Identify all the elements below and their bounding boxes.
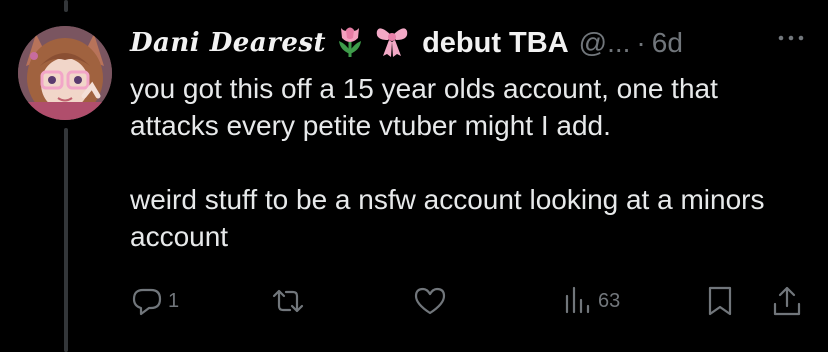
name-suffix: debut TBA <box>422 26 569 59</box>
action-bar: 1 63 <box>130 284 810 324</box>
thread-line-bottom <box>64 128 68 352</box>
retweet-button[interactable] <box>270 284 310 318</box>
bookmark-button[interactable] <box>704 284 736 318</box>
avatar-illustration <box>18 26 112 120</box>
tweet-paragraph: you got this off a 15 year olds account,… <box>130 73 718 141</box>
tweet-paragraph: weird stuff to be a nsfw account looking… <box>130 184 765 252</box>
thread-line-top <box>64 0 68 12</box>
share-button[interactable] <box>770 284 804 318</box>
bookmark-icon <box>708 286 732 316</box>
tweet-body: you got this off a 15 year olds account,… <box>130 70 790 255</box>
reply-button[interactable]: 1 <box>130 284 179 318</box>
display-name[interactable]: Dani Dearest <box>130 28 326 58</box>
heart-icon <box>414 287 446 315</box>
timestamp[interactable]: 6d <box>652 27 683 59</box>
more-options-button[interactable] <box>776 28 806 53</box>
separator-dot: · <box>636 27 646 58</box>
views-icon <box>565 286 590 314</box>
share-icon <box>773 286 801 316</box>
handle[interactable]: @... <box>579 27 631 59</box>
views-button[interactable]: 63 <box>562 284 620 318</box>
reply-count: 1 <box>168 289 180 312</box>
tulip-icon <box>336 24 364 63</box>
reply-icon <box>132 288 162 316</box>
like-button[interactable] <box>412 284 452 318</box>
more-icon <box>778 35 804 41</box>
avatar[interactable] <box>18 26 112 120</box>
views-count: 63 <box>598 289 621 312</box>
ribbon-icon <box>374 24 410 63</box>
tweet-header: Dani Dearest debut TBA @... · 6d <box>130 22 683 64</box>
retweet-icon <box>272 289 304 313</box>
